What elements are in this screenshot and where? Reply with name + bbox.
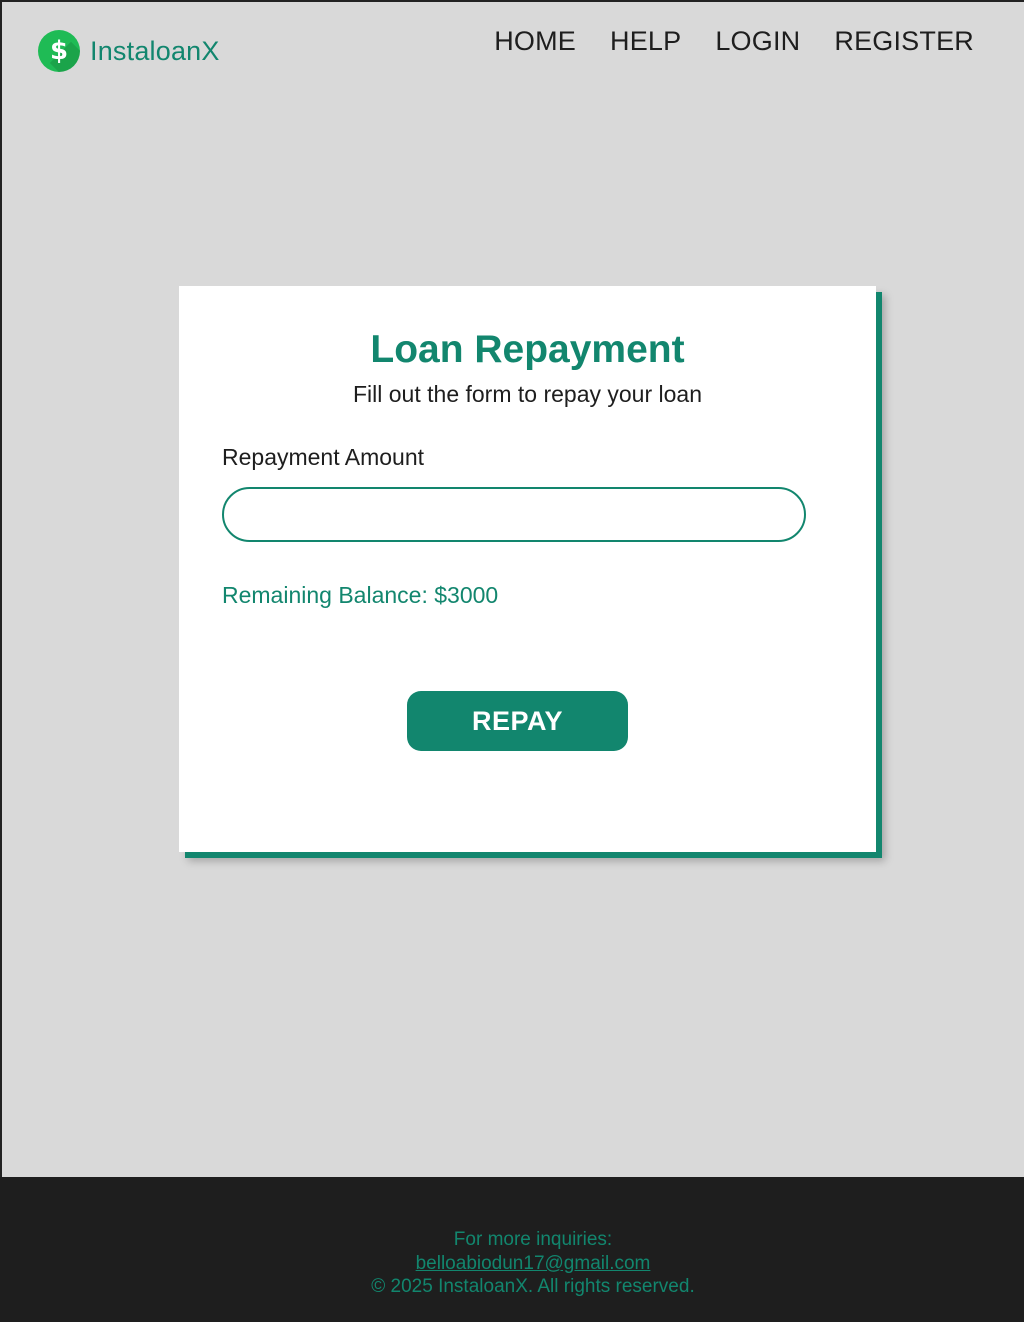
footer-copyright: © 2025 InstaloanX. All rights reserved.	[371, 1276, 695, 1297]
repayment-amount-input[interactable]	[222, 487, 806, 542]
remaining-balance-text: Remaining Balance: $3000	[222, 582, 499, 608]
dollar-circle-icon: $	[38, 30, 80, 72]
nav-login-link[interactable]: LOGIN	[715, 26, 800, 57]
nav-home-link[interactable]: HOME	[494, 26, 576, 57]
main-nav: HOME HELP LOGIN REGISTER	[494, 26, 974, 57]
repay-button[interactable]: REPAY	[407, 691, 628, 751]
form-title: Loan Repayment	[370, 328, 685, 371]
nav-register-link[interactable]: REGISTER	[834, 26, 974, 57]
footer-email-link[interactable]: belloabiodun17@gmail.com	[416, 1253, 651, 1274]
nav-help-link[interactable]: HELP	[610, 26, 681, 57]
brand-name: InstaloanX	[90, 35, 220, 66]
repayment-card: Loan Repayment Fill out the form to repa…	[179, 286, 876, 852]
site-footer: For more inquiries: belloabiodun17@gmail…	[0, 1177, 1024, 1322]
brand-logo[interactable]: $ InstaloanX	[38, 30, 220, 72]
footer-inquiries-text: For more inquiries:	[453, 1229, 613, 1250]
dollar-glyph: $	[49, 36, 69, 66]
footer-email: belloabiodun17@gmail.com	[42, 1253, 1024, 1275]
repayment-amount-label: Repayment Amount	[222, 444, 425, 470]
form-subtitle: Fill out the form to repay your loan	[353, 381, 702, 407]
